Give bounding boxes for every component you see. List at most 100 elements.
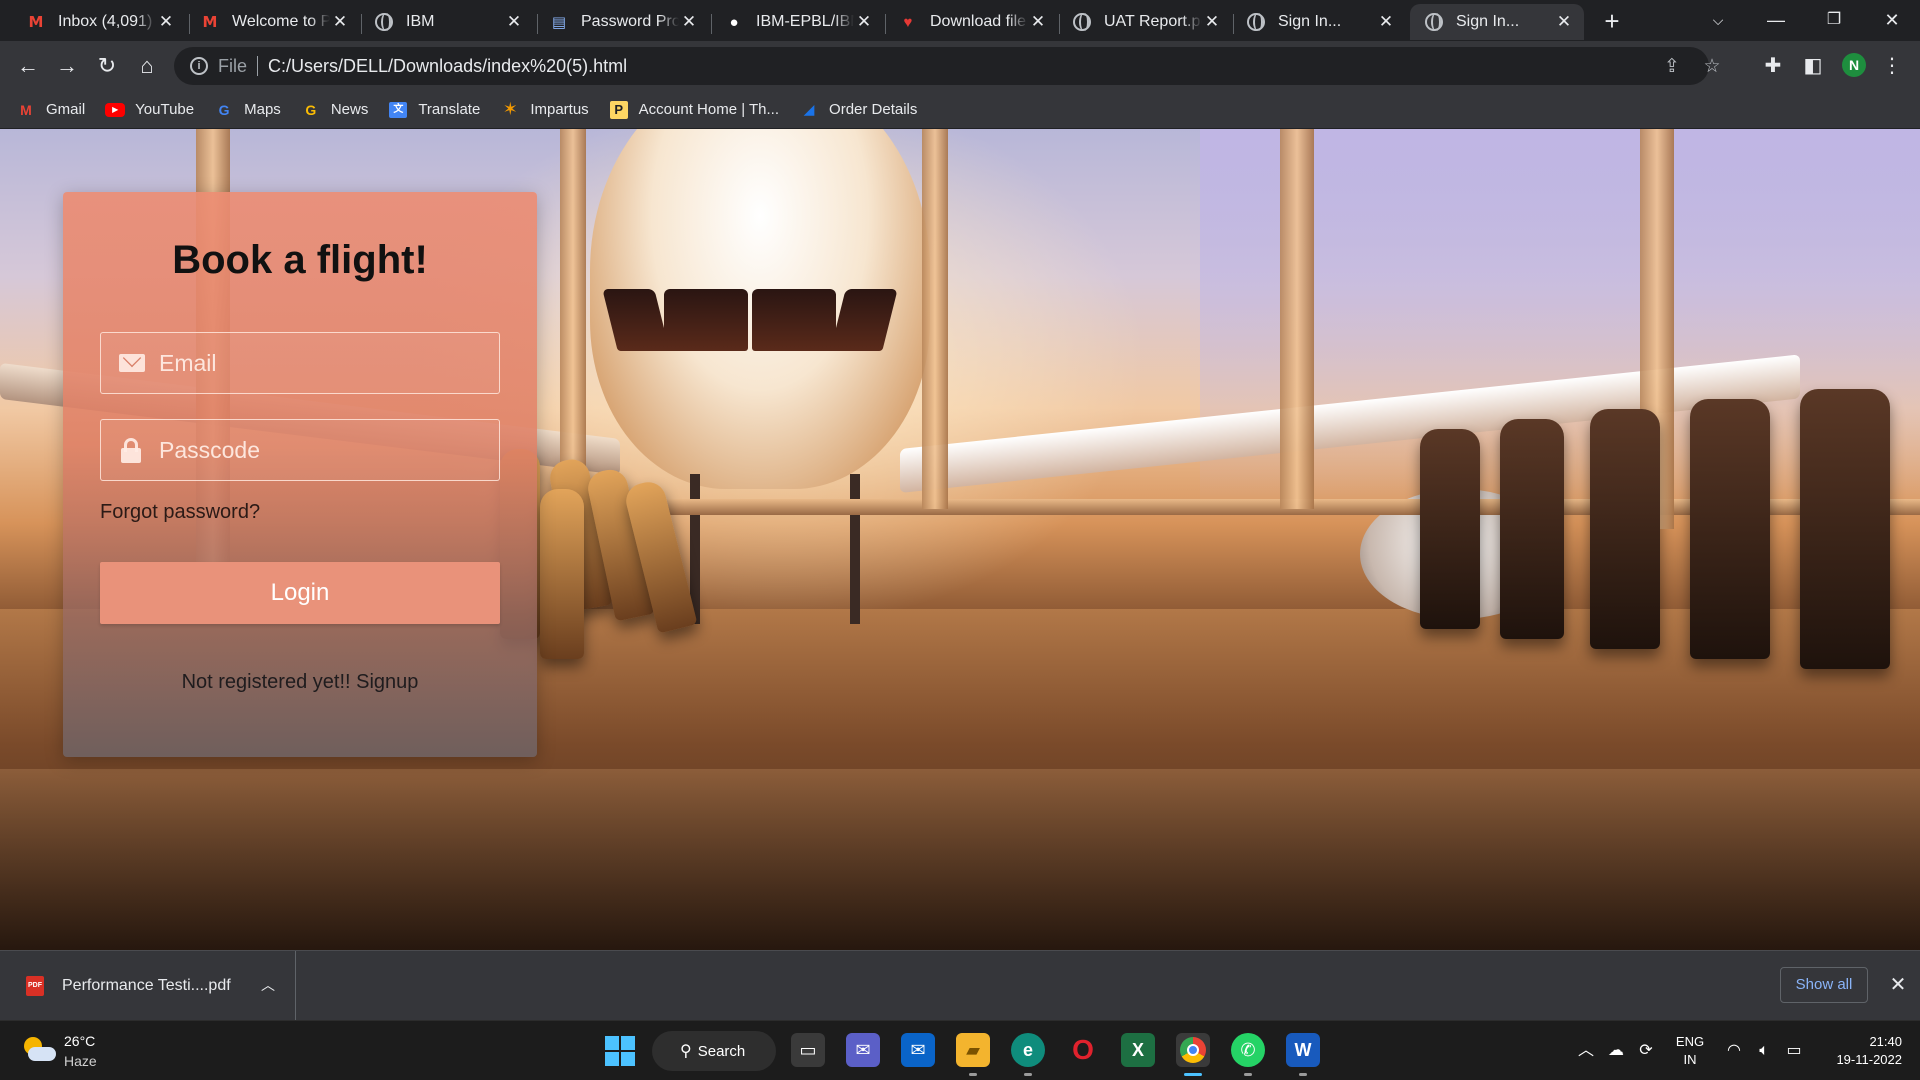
- tab-github[interactable]: ● IBM-EPBL/IBM ✕: [710, 4, 884, 40]
- wifi-icon[interactable]: ◠: [1722, 1039, 1746, 1063]
- battery-icon[interactable]: ▭: [1782, 1039, 1806, 1063]
- show-all-button[interactable]: Show all: [1780, 967, 1868, 1003]
- bookmark-label: Account Home | Th...: [638, 101, 780, 118]
- side-panel-icon[interactable]: ◧: [1799, 52, 1827, 80]
- restore-button[interactable]: ❐: [1814, 6, 1854, 34]
- close-tab-icon[interactable]: ✕: [1028, 12, 1048, 32]
- windows-taskbar: 26°C Haze ⚲ Search ▭ ✉ ✉ ▰ e O X ✆ W ︿ ☁…: [0, 1020, 1920, 1080]
- profile-avatar[interactable]: N: [1842, 53, 1866, 77]
- search-label: Search: [697, 1042, 746, 1060]
- pdf-file-icon: PDF: [26, 976, 44, 996]
- google-icon: G: [218, 101, 230, 118]
- weather-haze-icon[interactable]: [22, 1035, 56, 1065]
- windows-start-icon[interactable]: [605, 1036, 635, 1066]
- excel-icon[interactable]: X: [1121, 1033, 1155, 1067]
- forgot-password-link[interactable]: Forgot password?: [100, 501, 260, 524]
- sync-icon[interactable]: ⟳: [1634, 1039, 1658, 1063]
- globe-icon: [1072, 12, 1092, 32]
- bookmark-label: News: [330, 101, 369, 118]
- kebab-menu-icon[interactable]: ⋮: [1878, 52, 1906, 80]
- tab-title: Download file: [930, 13, 1027, 30]
- address-bar[interactable]: i File C:/Users/DELL/Downloads/index%20(…: [174, 47, 1721, 85]
- close-tab-icon[interactable]: ✕: [1554, 12, 1574, 32]
- bookmark-account-home[interactable]: P Account Home | Th...: [609, 100, 780, 119]
- language-indicator[interactable]: ENG IN: [1673, 1033, 1707, 1069]
- tab-inbox[interactable]: M Inbox (4,091) - ✕: [12, 4, 186, 40]
- github-icon: ●: [729, 13, 739, 31]
- word-icon[interactable]: W: [1286, 1033, 1320, 1067]
- login-card: Book a flight! Email Passcode Forgot pas…: [63, 192, 537, 757]
- extensions-puzzle-icon[interactable]: ✚: [1759, 52, 1787, 80]
- tab-uat-report[interactable]: UAT Report.pc ✕: [1058, 4, 1232, 40]
- lock-icon: [119, 438, 145, 463]
- download-file-name: Performance Testi....pdf: [62, 977, 231, 994]
- close-shelf-icon[interactable]: ✕: [1886, 973, 1910, 997]
- chevron-up-icon[interactable]: ︿: [1574, 1039, 1598, 1063]
- tab-sign-in-active[interactable]: Sign In... ✕: [1410, 4, 1584, 40]
- close-tab-icon[interactable]: ✕: [156, 12, 176, 32]
- bookmark-gmail[interactable]: M Gmail: [16, 101, 85, 119]
- bookmark-label: Order Details: [829, 101, 918, 118]
- back-arrow-icon[interactable]: ←: [14, 52, 42, 80]
- reload-icon[interactable]: ↻: [93, 52, 121, 80]
- tab-title: Inbox (4,091) -: [58, 13, 156, 30]
- tab-ibm[interactable]: IBM ✕: [360, 4, 534, 40]
- close-tab-icon[interactable]: ✕: [1376, 12, 1396, 32]
- tab-search-chevron-icon[interactable]: ⌵: [1698, 6, 1738, 34]
- bookmark-translate[interactable]: 文 Translate: [388, 101, 480, 119]
- home-icon[interactable]: ⌂: [133, 52, 161, 80]
- opera-browser-icon[interactable]: O: [1066, 1033, 1100, 1067]
- task-view-icon[interactable]: ▭: [791, 1033, 825, 1067]
- passcode-field[interactable]: Passcode: [100, 419, 500, 481]
- tab-sign-in[interactable]: Sign In... ✕: [1232, 4, 1406, 40]
- tab-download-file[interactable]: ♥ Download file ✕: [884, 4, 1058, 40]
- file-explorer-icon[interactable]: ▰: [956, 1033, 990, 1067]
- bookmark-news[interactable]: G News: [301, 101, 369, 119]
- info-icon[interactable]: i: [190, 57, 208, 75]
- close-tab-icon[interactable]: ✕: [854, 12, 874, 32]
- onedrive-cloud-icon[interactable]: ☁: [1604, 1039, 1628, 1063]
- browser-toolbar: ← → ↻ ⌂ i File C:/Users/DELL/Downloads/i…: [0, 41, 1920, 91]
- email-field[interactable]: Email: [100, 332, 500, 394]
- gmail-icon: M: [20, 101, 32, 118]
- gmail-icon: M: [202, 13, 218, 31]
- close-tab-icon[interactable]: ✕: [1202, 12, 1222, 32]
- tab-welcome[interactable]: M Welcome to P ✕: [186, 4, 360, 40]
- close-tab-icon[interactable]: ✕: [330, 12, 350, 32]
- weather-temperature[interactable]: 26°C: [64, 1033, 95, 1049]
- new-tab-button[interactable]: +: [1598, 8, 1626, 36]
- mail-icon[interactable]: ✉: [901, 1033, 935, 1067]
- translate-icon: 文: [388, 101, 408, 119]
- language-region: IN: [1683, 1052, 1697, 1067]
- close-window-button[interactable]: ✕: [1872, 6, 1912, 34]
- weather-condition[interactable]: Haze: [64, 1053, 97, 1069]
- page-viewport: Book a flight! Email Passcode Forgot pas…: [0, 129, 1920, 950]
- google-news-icon: G: [305, 101, 317, 118]
- impartus-icon: ✶: [502, 99, 518, 119]
- whatsapp-icon[interactable]: ✆: [1231, 1033, 1265, 1067]
- taskbar-search[interactable]: ⚲ Search: [652, 1031, 776, 1071]
- download-item[interactable]: PDF Performance Testi....pdf ︿: [0, 951, 296, 1021]
- teams-chat-icon[interactable]: ✉: [846, 1033, 880, 1067]
- running-indicator: [1244, 1073, 1252, 1076]
- url-text[interactable]: C:/Users/DELL/Downloads/index%20(5).html: [268, 56, 627, 77]
- bookmark-order-details[interactable]: ◢ Order Details: [799, 101, 918, 119]
- signup-link[interactable]: Not registered yet!! Signup: [63, 671, 537, 694]
- close-tab-icon[interactable]: ✕: [504, 12, 524, 32]
- chevron-up-icon[interactable]: ︿: [258, 975, 278, 995]
- forward-arrow-icon[interactable]: →: [53, 52, 81, 80]
- bookmark-youtube[interactable]: ▶ YouTube: [105, 101, 194, 119]
- login-button[interactable]: Login: [100, 562, 500, 624]
- share-icon[interactable]: ⇪: [1661, 56, 1683, 78]
- star-bookmark-icon[interactable]: ☆: [1701, 56, 1723, 78]
- email-placeholder: Email: [159, 349, 217, 376]
- bookmark-impartus[interactable]: ✶ Impartus: [500, 99, 589, 119]
- edge-browser-icon[interactable]: e: [1011, 1033, 1045, 1067]
- chrome-browser-icon[interactable]: [1176, 1033, 1210, 1067]
- system-clock[interactable]: 21:40 19-11-2022: [1822, 1033, 1902, 1069]
- volume-icon[interactable]: 🔈︎: [1752, 1039, 1776, 1063]
- bookmark-maps[interactable]: G Maps: [214, 101, 281, 119]
- close-tab-icon[interactable]: ✕: [679, 12, 699, 32]
- minimize-button[interactable]: —: [1756, 6, 1796, 34]
- tab-password-protection[interactable]: ▤ Password Prot ✕: [535, 4, 709, 40]
